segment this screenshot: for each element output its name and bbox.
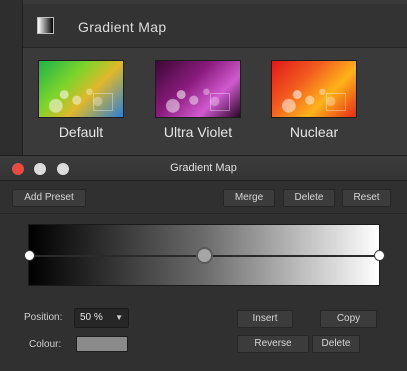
copy-button[interactable]: Copy	[320, 310, 377, 328]
preset-thumbnail[interactable]	[155, 60, 241, 118]
position-value: 50 %	[80, 312, 103, 323]
preset-label: Default	[58, 124, 104, 140]
gradient-midpoint-handle[interactable]	[196, 247, 213, 264]
insert-button[interactable]: Insert	[237, 310, 293, 328]
preset-label: Ultra Violet	[163, 124, 233, 140]
add-preset-button[interactable]: Add Preset	[12, 189, 86, 207]
delete-stop-button[interactable]: Delete	[312, 335, 360, 353]
colour-label: Colour:	[29, 339, 62, 350]
position-dropdown[interactable]: 50 % ▼	[74, 308, 129, 328]
preset-thumbnail[interactable]	[271, 60, 357, 118]
presets-panel-title: Gradient Map	[78, 19, 167, 35]
reset-button[interactable]: Reset	[342, 189, 391, 207]
gradient-end-stop[interactable]	[374, 250, 385, 261]
gradient-editor[interactable]	[24, 224, 385, 286]
gradient-map-presets-panel: Gradient Map Default Ultra Violet Nuclea…	[22, 0, 407, 155]
preset-thumbnail[interactable]	[38, 60, 124, 118]
merge-button[interactable]: Merge	[223, 189, 275, 207]
reverse-button[interactable]: Reverse	[237, 335, 309, 353]
presets-header: Gradient Map	[23, 4, 407, 48]
position-label: Position:	[24, 312, 63, 323]
gradient-map-window: Gradient Map Add Preset Merge Delete Res…	[0, 155, 407, 371]
window-title: Gradient Map	[170, 162, 237, 174]
delete-preset-button[interactable]: Delete	[283, 189, 335, 207]
gradient-icon	[37, 17, 54, 34]
chevron-down-icon: ▼	[115, 313, 123, 322]
toolbar-divider	[0, 213, 407, 214]
preset-default[interactable]: Default	[36, 60, 126, 148]
gradient-start-stop[interactable]	[24, 250, 35, 261]
preset-label: Nuclear	[289, 124, 339, 140]
preset-nuclear[interactable]: Nuclear	[269, 60, 359, 148]
colour-swatch[interactable]	[76, 336, 128, 352]
preset-ultra-violet[interactable]: Ultra Violet	[153, 60, 243, 148]
window-titlebar: Gradient Map	[0, 156, 407, 181]
